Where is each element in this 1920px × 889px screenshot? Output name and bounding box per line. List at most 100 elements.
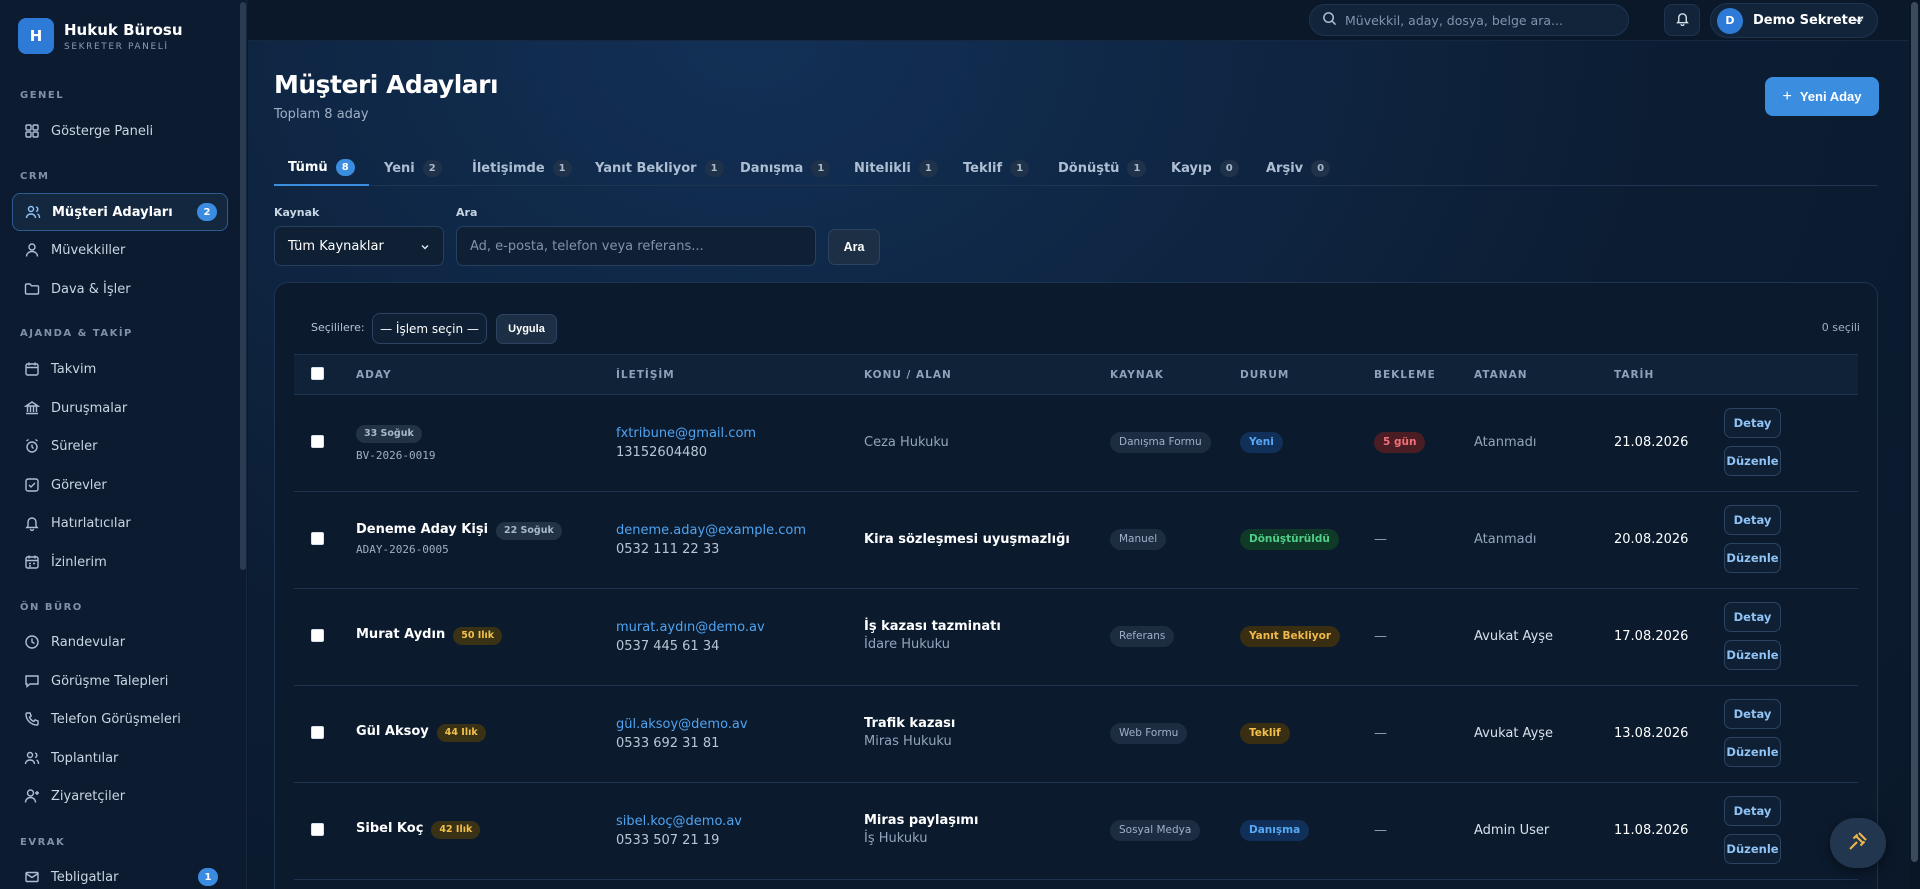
leads-count-badge: 2	[197, 203, 217, 221]
edit-button[interactable]: Düzenle	[1724, 543, 1781, 573]
sidebar-item-deadlines[interactable]: Süreler	[12, 428, 228, 464]
notifications-button[interactable]	[1664, 4, 1700, 36]
status-badge: Yeni	[1240, 432, 1283, 453]
wait-value: —	[1374, 629, 1387, 644]
tab-archive[interactable]: Arşiv 0	[1266, 150, 1331, 186]
lead-email[interactable]: gül.aksoy@demo.av	[616, 717, 748, 732]
edit-button[interactable]: Düzenle	[1724, 737, 1781, 767]
lead-date: 11.08.2026	[1614, 823, 1689, 838]
sidebar-item-notifications[interactable]: Tebligatlar 1	[12, 859, 228, 889]
new-lead-button[interactable]: + Yeni Aday	[1765, 77, 1879, 116]
tab-label: Dönüştü	[1058, 160, 1120, 176]
sidebar-scrollbar[interactable]	[240, 2, 246, 570]
score-badge: 42 Ilık	[431, 821, 481, 839]
lead-email[interactable]: fxtribune@gmail.com	[616, 426, 756, 441]
lead-subject: Kira sözleşmesi uyuşmazlığı	[864, 532, 1070, 547]
lead-date: 20.08.2026	[1614, 532, 1689, 547]
row-checkbox[interactable]	[311, 629, 324, 642]
apply-button[interactable]: Uygula	[496, 314, 557, 344]
bulk-action-select[interactable]: — İşlem seçin —	[372, 313, 487, 344]
table-row[interactable]: Deneme Aday Kişi 22 Soğuk ADAY-2026-0005 …	[294, 492, 1858, 589]
page-scrollbar-thumb[interactable]	[1911, 2, 1918, 862]
tab-consultation[interactable]: Danışma 1	[740, 150, 831, 186]
select-all-checkbox[interactable]	[311, 367, 324, 380]
sidebar-item-cases[interactable]: Dava & İşler	[12, 271, 228, 307]
user-menu[interactable]: D Demo Sekreter	[1710, 3, 1878, 38]
source-badge: Sosyal Medya	[1110, 820, 1201, 841]
sidebar-item-calendar[interactable]: Takvim	[12, 351, 228, 387]
bell-icon	[24, 515, 40, 531]
table-row[interactable]: Sibel Koç 42 Ilık sibel.koç@demo.av 0533 …	[294, 783, 1858, 880]
source-select[interactable]: Tüm Kaynaklar	[274, 226, 444, 266]
tab-count: 0	[1219, 159, 1239, 177]
brand[interactable]: H Hukuk Bürosu SEKRETER PANELİ	[18, 18, 183, 54]
row-checkbox[interactable]	[311, 435, 324, 448]
lead-name[interactable]: Gül Aksoy	[356, 724, 429, 739]
alarm-clock-icon	[24, 438, 40, 454]
quick-action-button[interactable]	[1830, 818, 1886, 868]
sidebar-item-clients[interactable]: Müvekkiller	[12, 232, 228, 268]
gavel-icon	[1847, 830, 1869, 856]
sidebar-item-leads[interactable]: Müşteri Adayları 2	[12, 193, 228, 231]
sidebar-item-dashboard[interactable]: Gösterge Paneli	[12, 113, 228, 149]
table-row[interactable]: Murat Aydın 50 Ilık murat.aydın@demo.av 0…	[294, 589, 1858, 686]
sidebar-item-tasks[interactable]: Görevler	[12, 467, 228, 503]
tab-lost[interactable]: Kayıp 0	[1171, 150, 1239, 186]
sidebar-item-label: Görüşme Talepleri	[51, 673, 169, 689]
calendar-icon	[24, 361, 40, 377]
tab-offer[interactable]: Teklif 1	[963, 150, 1030, 186]
folder-icon	[24, 281, 40, 297]
tab-new[interactable]: Yeni 2	[384, 150, 442, 186]
search-button[interactable]: Ara	[828, 229, 880, 265]
global-search-input[interactable]	[1345, 12, 1615, 28]
tab-converted[interactable]: Dönüştü 1	[1058, 150, 1147, 186]
sidebar-item-visitors[interactable]: Ziyaretçiler	[12, 778, 228, 814]
row-checkbox[interactable]	[311, 823, 324, 836]
detail-button[interactable]: Detay	[1724, 408, 1781, 438]
lead-phone: 0532 111 22 33	[616, 542, 720, 557]
row-checkbox[interactable]	[311, 726, 324, 739]
global-search[interactable]	[1309, 4, 1629, 36]
col-header: BEKLEME	[1374, 369, 1436, 381]
col-header: TARİH	[1614, 369, 1655, 381]
status-badge: Yanıt Bekliyor	[1240, 626, 1341, 647]
lead-email[interactable]: sibel.koç@demo.av	[616, 814, 742, 829]
wait-value: —	[1374, 726, 1387, 741]
detail-button[interactable]: Detay	[1724, 505, 1781, 535]
detail-button[interactable]: Detay	[1724, 796, 1781, 826]
sidebar-item-appointments[interactable]: Randevular	[12, 624, 228, 660]
lead-name[interactable]: Deneme Aday Kişi	[356, 522, 488, 537]
chevron-down-icon	[1853, 15, 1865, 31]
sidebar-item-label: Gösterge Paneli	[51, 123, 154, 139]
brand-subtitle: SEKRETER PANELİ	[64, 41, 169, 52]
sidebar-item-hearings[interactable]: Duruşmalar	[12, 390, 228, 426]
tab-all[interactable]: Tümü 8	[274, 150, 369, 186]
detail-button[interactable]: Detay	[1724, 602, 1781, 632]
lead-email[interactable]: murat.aydın@demo.av	[616, 620, 765, 635]
source-badge: Referans	[1110, 626, 1175, 647]
sidebar-item-reminders[interactable]: Hatırlatıcılar	[12, 505, 228, 541]
detail-button[interactable]: Detay	[1724, 699, 1781, 729]
meeting-icon	[24, 750, 40, 766]
col-header: DURUM	[1240, 369, 1290, 381]
lead-search-input[interactable]	[456, 226, 816, 266]
sidebar-item-leaves[interactable]: İzinlerim	[12, 544, 228, 580]
status-tabs: Tümü 8 Yeni 2 İletişimde 1 Yanıt Bekliyor 1 …	[274, 150, 1878, 186]
sidebar-item-meetings[interactable]: Toplantılar	[12, 740, 228, 776]
edit-button[interactable]: Düzenle	[1724, 446, 1781, 476]
tab-qualified[interactable]: Nitelikli 1	[854, 150, 938, 186]
sidebar-item-meeting-requests[interactable]: Görüşme Talepleri	[12, 663, 228, 699]
lead-email[interactable]: deneme.aday@example.com	[616, 523, 806, 538]
row-checkbox[interactable]	[311, 532, 324, 545]
tab-awaiting-reply[interactable]: Yanıt Bekliyor 1	[595, 150, 724, 186]
tab-in-contact[interactable]: İletişimde 1	[472, 150, 572, 186]
search-filter-label: Ara	[456, 206, 478, 219]
sidebar-item-phone-calls[interactable]: Telefon Görüşmeleri	[12, 701, 228, 737]
edit-button[interactable]: Düzenle	[1724, 640, 1781, 670]
table-row[interactable]: 33 Soğuk BV-2026-0019 fxtribune@gmail.co…	[294, 395, 1858, 492]
lead-name[interactable]: Murat Aydın	[356, 627, 445, 642]
edit-button[interactable]: Düzenle	[1724, 834, 1781, 864]
table-row[interactable]: Gül Aksoy 44 Ilık gül.aksoy@demo.av 0533 …	[294, 686, 1858, 783]
lead-name[interactable]: Sibel Koç	[356, 821, 423, 836]
tab-label: Teklif	[963, 160, 1003, 176]
